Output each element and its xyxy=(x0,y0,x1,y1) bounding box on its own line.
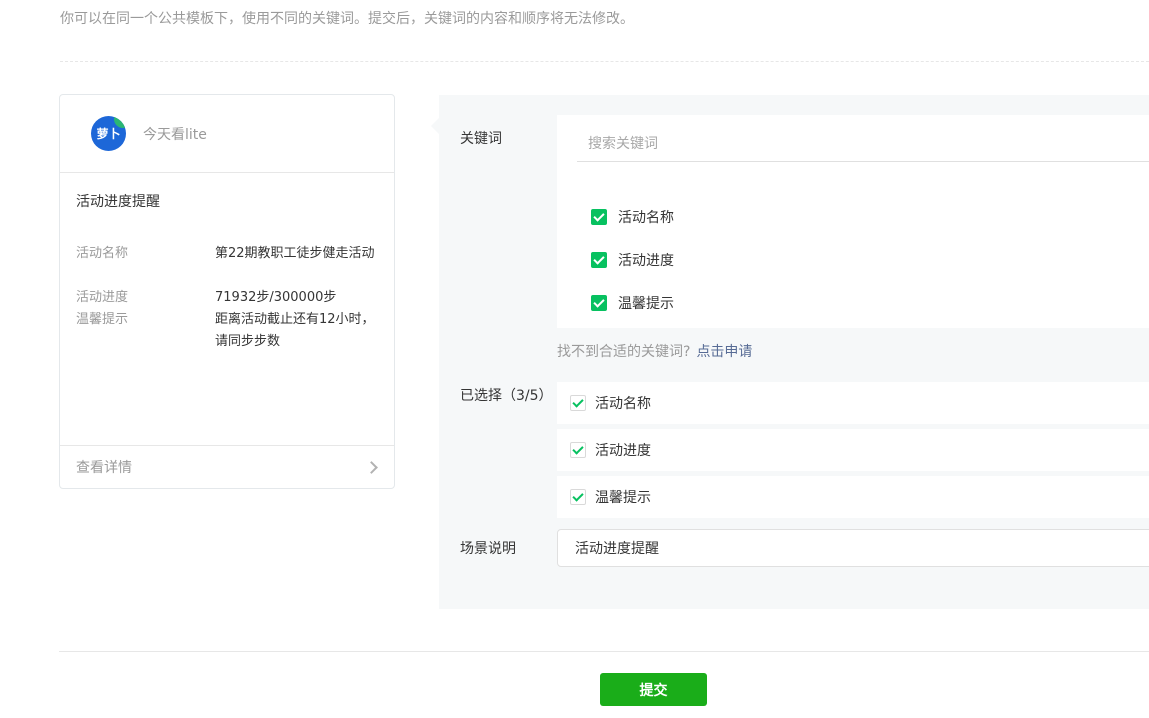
preview-field-row: 活动名称 第22期教职工徒步健走活动 xyxy=(76,243,375,265)
keyword-option[interactable]: 活动名称 xyxy=(591,207,674,227)
preview-field-row: 活动进度 71932步/300000步 xyxy=(76,287,375,309)
checkbox-checked-icon[interactable] xyxy=(591,252,607,268)
preview-header: 萝卜 今天看lite xyxy=(60,95,394,173)
view-details-link[interactable]: 查看详情 xyxy=(60,445,394,488)
avatar-text: 萝卜 xyxy=(96,127,121,141)
field-label: 活动进度 xyxy=(76,290,129,305)
field-value: 距离活动截止还有12小时，请同步步数 xyxy=(215,312,375,349)
keyword-editor-panel: 关键词 活动名称 活动进度 温馨提示 找不到合适的关键词? 点击申请 已选择（3/… xyxy=(431,95,1149,609)
selected-keyword-item[interactable]: 温馨提示 xyxy=(557,476,1149,518)
keyword-option[interactable]: 温馨提示 xyxy=(591,293,674,313)
keyword-option[interactable]: 活动进度 xyxy=(591,250,674,270)
divider xyxy=(59,651,1149,652)
keyword-search-input[interactable] xyxy=(577,126,1149,162)
apply-keyword-link[interactable]: 点击申请 xyxy=(696,344,752,360)
not-found-hint: 找不到合适的关键词? 点击申请 xyxy=(557,341,752,361)
selected-keyword-item[interactable]: 活动名称 xyxy=(557,382,1149,424)
field-label: 活动名称 xyxy=(76,246,129,261)
chevron-right-icon xyxy=(365,460,378,474)
not-found-text: 找不到合适的关键词? xyxy=(557,344,691,360)
selected-keyword-label: 活动进度 xyxy=(595,443,651,459)
account-name: 今天看lite xyxy=(143,126,207,143)
checkbox-icon[interactable] xyxy=(570,442,586,458)
instruction-text: 你可以在同一个公共模板下，使用不同的关键词。提交后，关键词的内容和顺序将无法修改… xyxy=(60,11,634,27)
keyword-option-label: 活动进度 xyxy=(618,253,674,269)
avatar: 萝卜 xyxy=(91,116,126,151)
keyword-option-label: 活动名称 xyxy=(618,210,674,226)
selected-label: 已选择（3/5） xyxy=(460,388,553,404)
keyword-option-label: 温馨提示 xyxy=(618,296,674,312)
checkbox-checked-icon[interactable] xyxy=(591,209,607,225)
submit-button[interactable]: 提交 xyxy=(600,673,707,706)
scene-description-input[interactable] xyxy=(557,529,1149,567)
preview-field-row: 温馨提示 距离活动截止还有12小时，请同步步数 xyxy=(76,309,375,353)
checkbox-checked-icon[interactable] xyxy=(591,295,607,311)
keyword-picker: 活动名称 活动进度 温馨提示 xyxy=(557,115,1149,328)
divider xyxy=(60,61,1149,62)
template-keyword-page: 你可以在同一个公共模板下，使用不同的关键词。提交后，关键词的内容和顺序将无法修改… xyxy=(0,0,1149,718)
field-value: 第22期教职工徒步健走活动 xyxy=(215,246,375,261)
message-preview-card: 萝卜 今天看lite 活动进度提醒 活动名称 第22期教职工徒步健走活动 活动进… xyxy=(59,94,395,489)
field-label: 温馨提示 xyxy=(76,312,129,327)
scene-label: 场景说明 xyxy=(460,541,516,557)
checkbox-icon[interactable] xyxy=(570,395,586,411)
checkbox-icon[interactable] xyxy=(570,489,586,505)
selected-keyword-label: 温馨提示 xyxy=(595,490,651,506)
selected-keyword-label: 活动名称 xyxy=(595,396,651,412)
selected-keyword-item[interactable]: 活动进度 xyxy=(557,429,1149,471)
preview-title: 活动进度提醒 xyxy=(76,194,160,210)
field-value: 71932步/300000步 xyxy=(215,290,337,305)
keywords-label: 关键词 xyxy=(460,131,502,147)
view-details-label: 查看详情 xyxy=(76,460,132,476)
